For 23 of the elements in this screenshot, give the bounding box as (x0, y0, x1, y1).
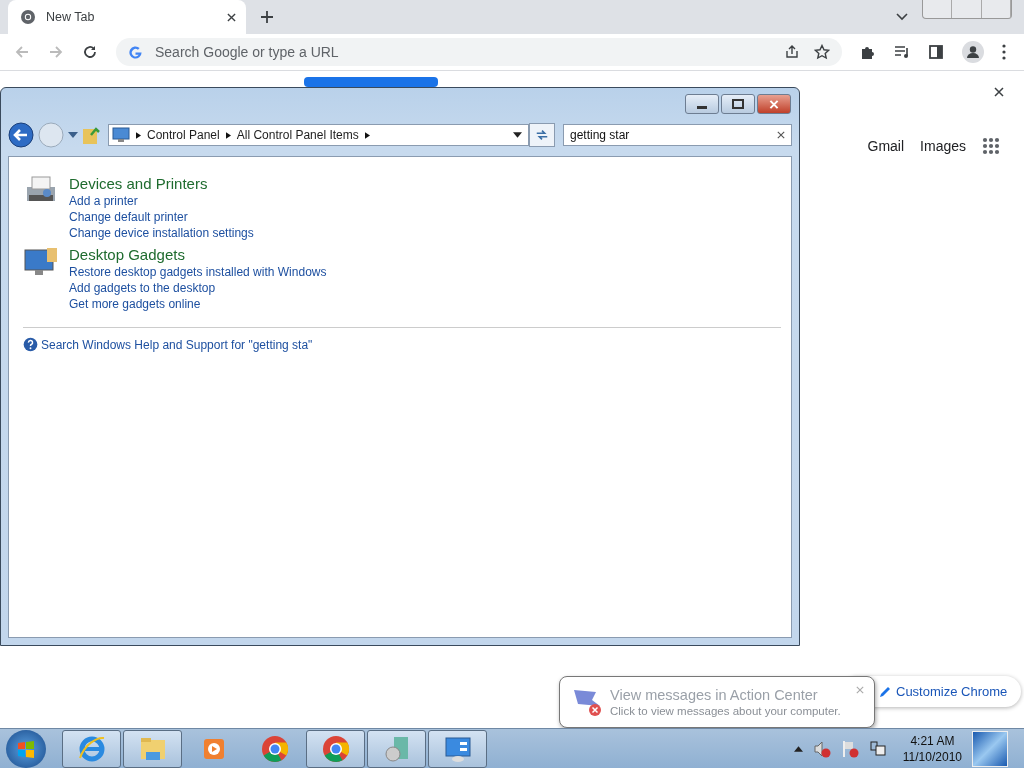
category-link[interactable]: Devices and Printers (69, 175, 254, 192)
clock-time: 4:21 AM (910, 732, 955, 749)
task-link[interactable]: Get more gadgets online (69, 297, 327, 311)
header-link[interactable]: Images (920, 138, 966, 154)
task-link[interactable]: Add a printer (69, 194, 254, 208)
notification-title: View messages in Action Center (610, 687, 819, 703)
task-link[interactable]: Change device installation settings (69, 226, 254, 240)
notification-message: Click to view messages about your computer. (610, 705, 841, 717)
clock-date: 11/10/2010 (902, 748, 962, 765)
header-link[interactable]: Gmail (867, 138, 905, 154)
task-link[interactable]: Change default printer (69, 210, 254, 224)
category-link[interactable]: Desktop Gadgets (69, 246, 327, 263)
address-bar[interactable]: Search Google or type a URL (116, 38, 842, 66)
task-link[interactable]: Restore desktop gadgets installed with Windows (69, 265, 327, 279)
task-link[interactable]: Add gadgets to the desktop (69, 281, 327, 295)
search-box[interactable]: getting star (563, 124, 792, 146)
help-link[interactable]: Search Windows Help and Support for "getting sta" (41, 337, 313, 352)
breadcrumb-item[interactable]: Control Panel (147, 128, 220, 142)
clock[interactable]: 4:21 AM 11/10/2010 (902, 732, 962, 765)
address-bar[interactable]: Control Panel All Control Panel Items (108, 124, 529, 146)
address-field[interactable]: Search Google or type a URL (153, 43, 770, 61)
browser-tab[interactable]: New Tab (8, 0, 246, 34)
breadcrumb-item[interactable]: All Control Panel Items (236, 128, 359, 142)
